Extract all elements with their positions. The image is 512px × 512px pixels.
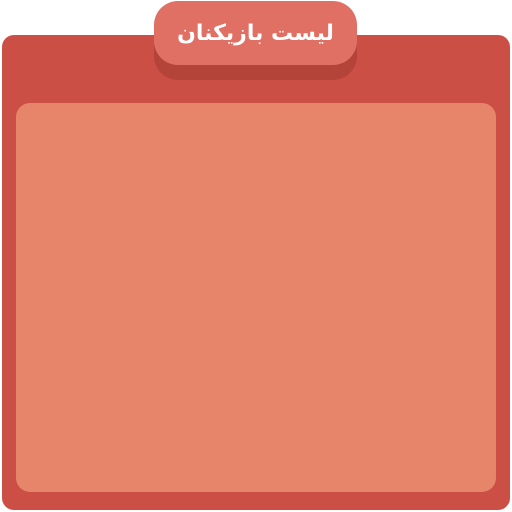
- player-list-content-area: [16, 103, 496, 492]
- player-list-title: لیست بازیکنان: [177, 20, 334, 46]
- player-list-panel: [2, 35, 510, 510]
- title-tab: لیست بازیکنان: [154, 1, 357, 65]
